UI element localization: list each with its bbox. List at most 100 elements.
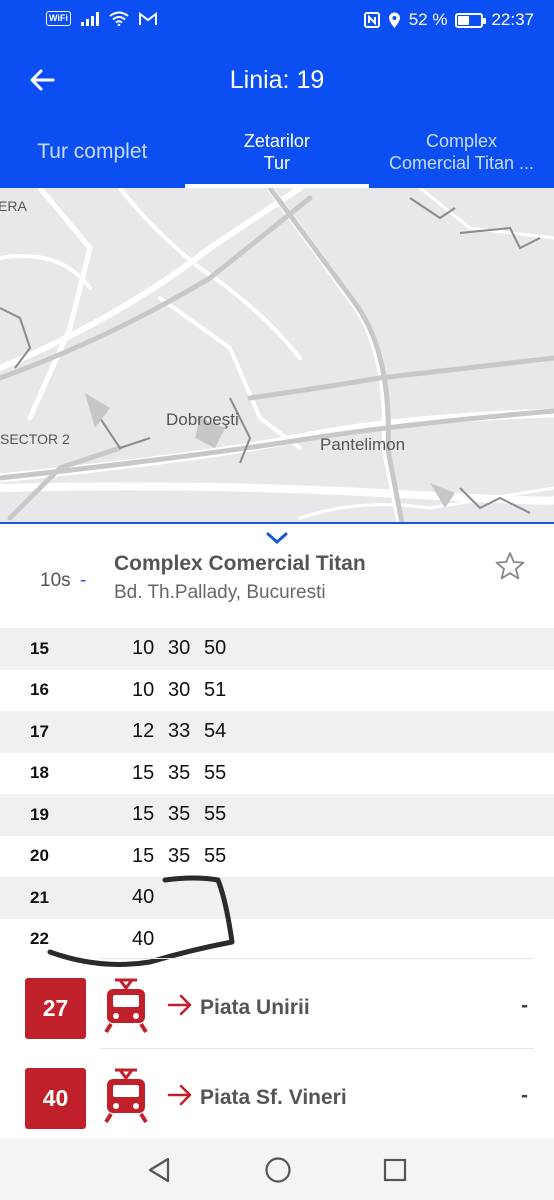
map-roads (0, 188, 554, 523)
schedule-minute: 40 (132, 927, 155, 950)
schedule-row: 17 12 33 54 (0, 711, 554, 753)
schedule-hour: 16 (30, 680, 49, 700)
wifi-calling-badge: WiFi (46, 11, 71, 26)
route-number-badge: 27 (25, 978, 86, 1039)
arrow-right-icon (167, 994, 192, 1016)
schedule-minutes: 12 33 54 (132, 720, 230, 743)
schedule-minutes: 15 35 55 (132, 803, 230, 826)
stop-address: Bd. Th.Pallady, Bucuresti (114, 582, 326, 603)
schedule-minutes: 15 35 55 (132, 762, 230, 785)
system-nav-bar (0, 1138, 554, 1200)
schedule-minute: 15 (132, 844, 155, 867)
schedule-row: 22 40 (0, 919, 554, 961)
signal-icon (80, 11, 99, 26)
route-destination: Piata Sf. Vineri (200, 1086, 347, 1109)
schedule-table: 15 10 30 50 16 10 30 51 17 12 33 54 18 15 35 55 19 15 35 55… (0, 628, 554, 960)
route-item[interactable]: 40 Piata Sf. Vineri - (0, 1048, 554, 1138)
frequency: 10s (40, 570, 71, 591)
nav-back-icon[interactable] (146, 1156, 172, 1184)
schedule-minute: 30 (168, 678, 191, 701)
schedule-hour: 17 (30, 721, 49, 741)
divider (100, 1048, 534, 1049)
route-status: - (521, 1084, 528, 1107)
schedule-row: 19 15 35 55 (0, 794, 554, 836)
schedule-minutes: 10 30 51 (132, 679, 230, 702)
tab-label: Complex (425, 131, 497, 151)
schedule-hour: 21 (30, 887, 49, 907)
stop-header: 10s - Complex Comercial Titan Bd. Th.Pal… (0, 540, 554, 628)
clock: 22:37 (491, 10, 534, 29)
schedule-minute: 15 (132, 803, 155, 826)
schedule-minute: 35 (168, 761, 191, 784)
schedule-hour: 19 (30, 804, 49, 824)
tab-complex-titan[interactable]: Complex Comercial Titan ... (369, 116, 554, 188)
direction-tabs: Tur complet Zetarilor Tur Complex Comerc… (0, 116, 554, 188)
schedule-minute: 51 (204, 678, 227, 701)
schedule-row: 18 15 35 55 (0, 753, 554, 795)
divider (100, 958, 534, 959)
schedule-minute: 12 (132, 720, 155, 743)
map-label: ERA (0, 198, 27, 214)
frequency-suffix: - (80, 570, 87, 591)
schedule-minute: 55 (204, 803, 227, 826)
tab-sublabel: Tur (263, 153, 291, 173)
route-map[interactable]: ERA SECTOR 2 Dobroeşti Pantelimon (0, 188, 554, 523)
schedule-hour: 18 (30, 763, 49, 783)
schedule-hour: 15 (30, 638, 49, 658)
schedule-row: 20 15 35 55 (0, 836, 554, 878)
schedule-minute: 35 (168, 803, 191, 826)
page-title: Linia: 19 (229, 66, 325, 94)
status-left-icons: WiFi (46, 11, 157, 26)
schedule-minute: 10 (132, 637, 155, 660)
schedule-minute: 55 (204, 761, 227, 784)
schedule-minutes: 40 (132, 886, 158, 909)
schedule-minute: 35 (168, 844, 191, 867)
schedule-row: 21 40 (0, 877, 554, 919)
battery-fill (458, 15, 470, 25)
route-status: - (521, 994, 528, 1017)
schedule-minute: 55 (204, 844, 227, 867)
tab-label: Zetarilor (243, 131, 310, 151)
schedule-minute: 10 (132, 678, 155, 701)
tram-icon (104, 978, 148, 1034)
schedule-minutes: 40 (132, 928, 158, 951)
schedule-minutes: 10 30 50 (132, 637, 230, 660)
wifi-icon (109, 11, 129, 26)
tab-full-route[interactable]: Tur complet (0, 116, 185, 188)
schedule-minute: 40 (132, 886, 155, 909)
schedule-row: 16 10 30 51 (0, 670, 554, 712)
nfc-icon (363, 12, 380, 28)
nav-recents-icon[interactable] (383, 1158, 407, 1182)
map-label: Pantelimon (320, 435, 406, 454)
status-right: 52 % 22:37 (363, 10, 534, 30)
tram-icon (104, 1068, 148, 1124)
tab-label: Tur complet (37, 140, 148, 163)
tab-zetarilor[interactable]: Zetarilor Tur (184, 116, 370, 188)
schedule-minute: 33 (168, 720, 191, 743)
route-number-badge: 40 (25, 1068, 86, 1129)
schedule-minute: 54 (204, 720, 227, 743)
arrow-right-icon (167, 1084, 192, 1106)
sheet-divider (0, 522, 554, 524)
map-label: SECTOR 2 (0, 431, 70, 447)
schedule-minute: 50 (204, 637, 227, 660)
route-destination: Piata Unirii (200, 996, 310, 1019)
nav-home-icon[interactable] (264, 1156, 292, 1184)
schedule-hour: 22 (30, 929, 49, 949)
schedule-minute: 15 (132, 761, 155, 784)
route-item[interactable]: 27 Piata Unirii - (0, 958, 554, 1048)
gmail-icon (138, 11, 157, 25)
tab-sublabel: Comercial Titan ... (388, 153, 534, 173)
star-icon (495, 552, 525, 580)
location-icon (388, 12, 400, 28)
stop-name: Complex Comercial Titan (114, 552, 366, 575)
map-label: Dobroeşti (166, 410, 239, 429)
schedule-hour: 20 (30, 846, 49, 866)
favorite-button[interactable] (494, 550, 526, 587)
battery-percent: 52 % (408, 10, 448, 29)
schedule-minutes: 15 35 55 (132, 845, 230, 868)
status-bar: WiFi 52 % 22:37 (0, 0, 554, 44)
battery-icon (455, 12, 487, 28)
schedule-minute: 30 (168, 637, 191, 660)
schedule-row: 15 10 30 50 (0, 628, 554, 670)
